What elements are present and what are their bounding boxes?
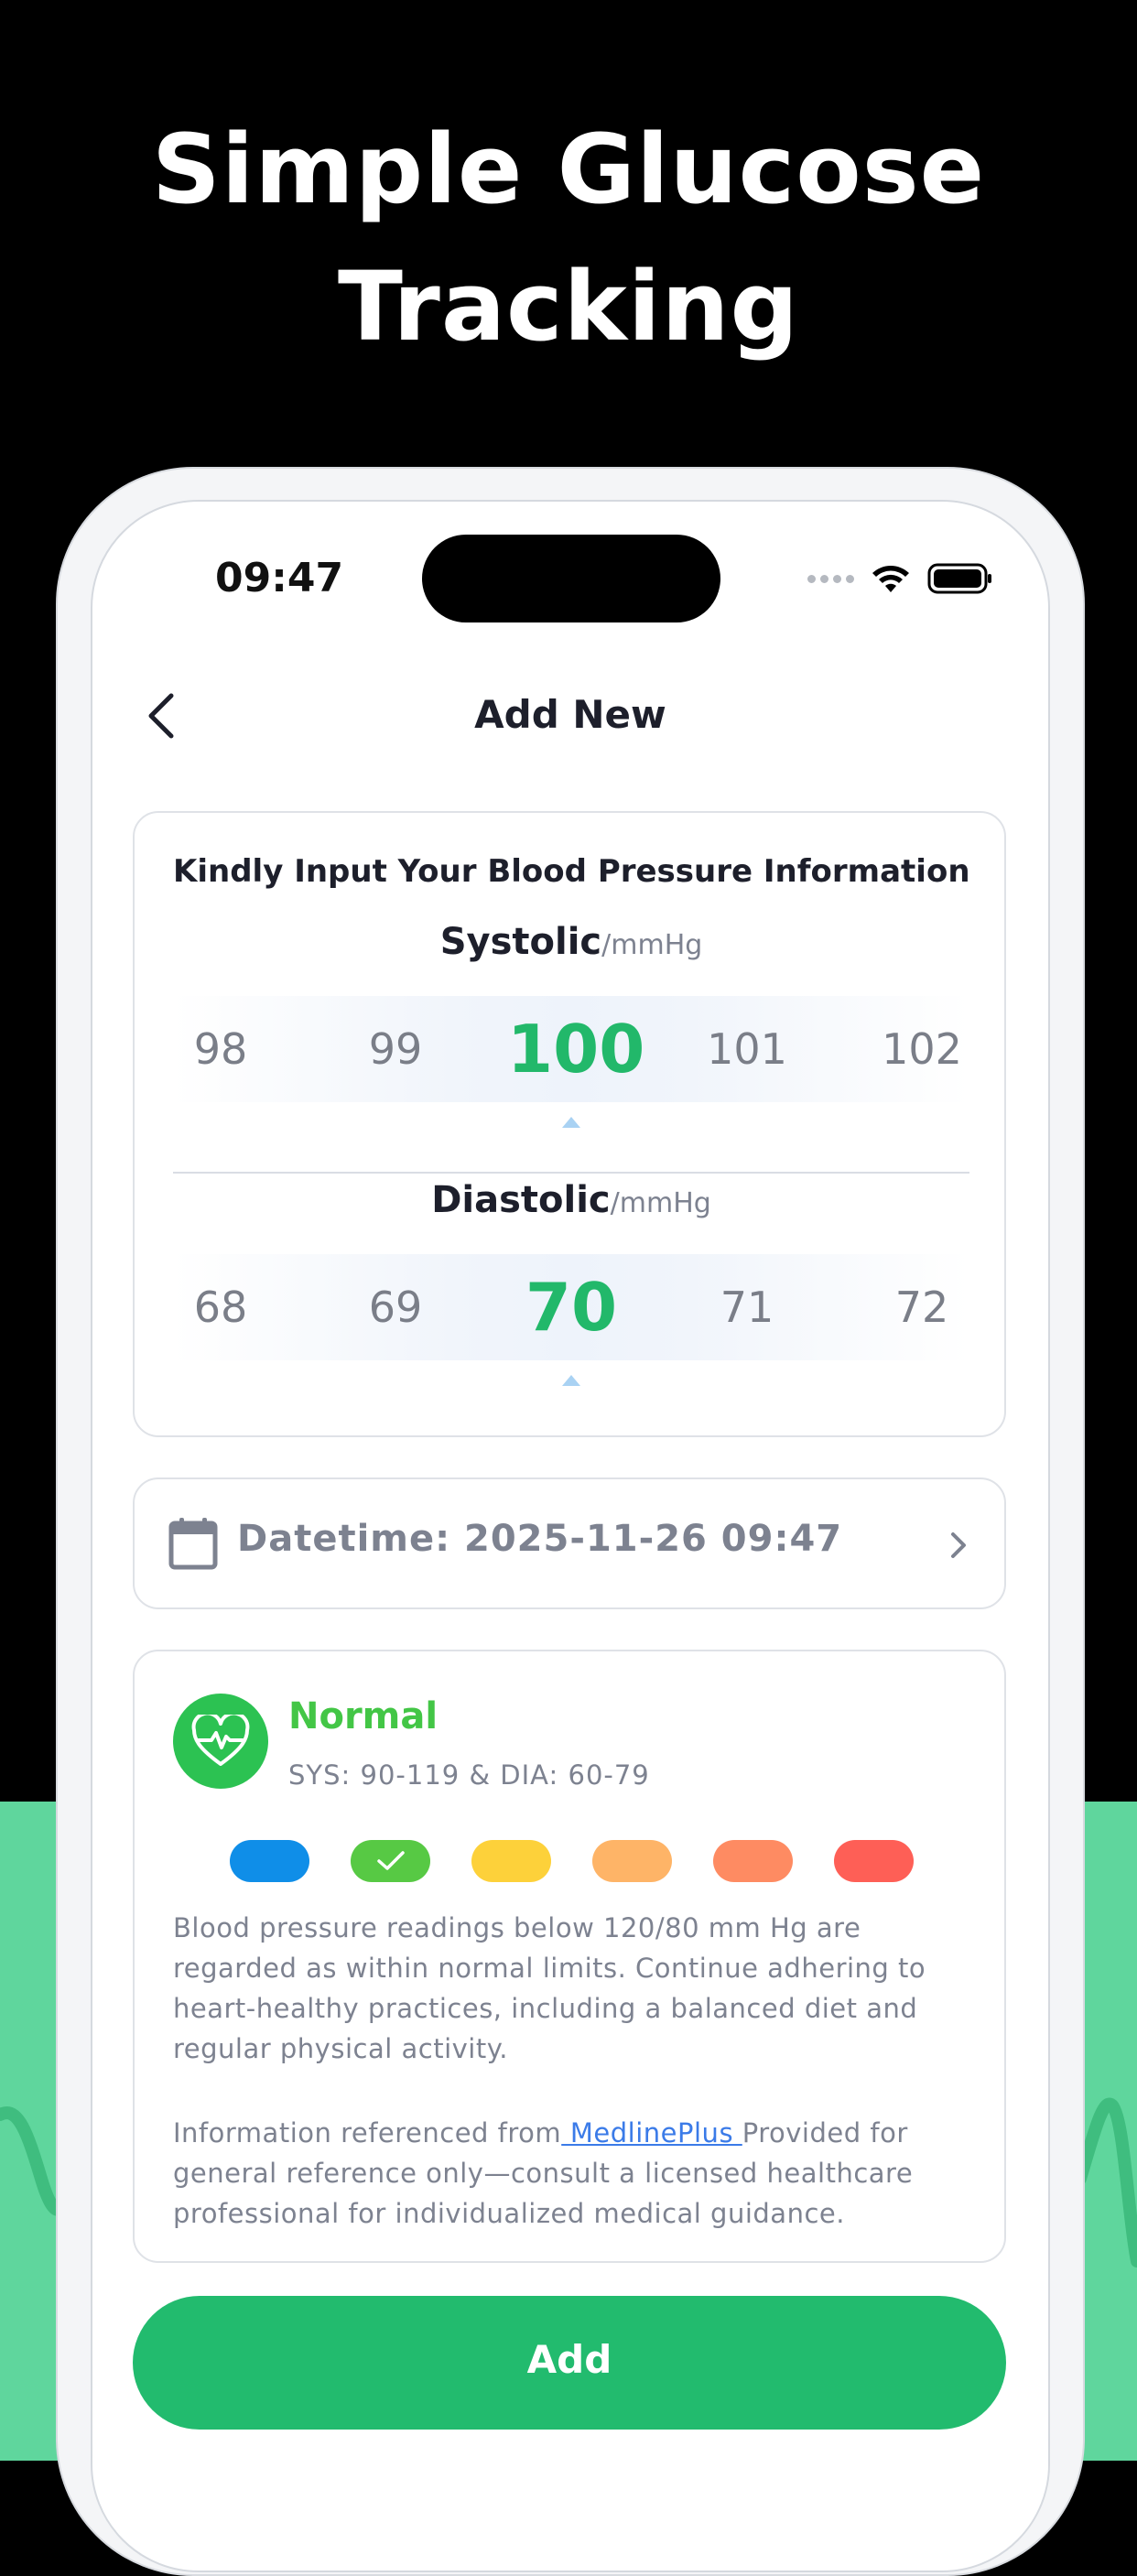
diastolic-option[interactable]: 71 [683,1254,811,1360]
status-range: SYS: 90-119 & DIA: 60-79 [288,1759,650,1791]
systolic-unit: /mmHg [601,929,703,961]
blood-pressure-card: Kindly Input Your Blood Pressure Informa… [133,811,1006,1437]
calendar-icon [168,1518,218,1570]
systolic-option[interactable]: 101 [683,996,811,1102]
divider [173,1172,969,1174]
headline: Simple Glucose Tracking [0,101,1137,375]
card-title: Kindly Input Your Blood Pressure Informa… [173,853,970,890]
level-pill [230,1840,309,1882]
systolic-label-text: Systolic [439,921,602,963]
level-pill [834,1840,914,1882]
systolic-option[interactable]: 99 [331,996,460,1102]
status-name: Normal [288,1695,439,1737]
result-card: Normal SYS: 90-119 & DIA: 60-79 Blood pr… [133,1650,1006,2263]
phone-screen: 09:47 Add New Kindly Input Your Blood Pr… [91,500,1050,2572]
headline-line-2: Tracking [338,251,799,363]
level-indicator [230,1840,914,1882]
level-pill [592,1840,672,1882]
heart-pulse-icon [173,1694,268,1789]
signal-icon [807,574,854,583]
datetime-row[interactable]: Datetime: 2025-11-26 09:47 [133,1477,1006,1609]
page-title: Add New [474,692,666,737]
diastolic-label: Diastolic/mmHg [135,1179,1008,1221]
diastolic-option[interactable]: 72 [858,1254,986,1360]
status-time: 09:47 [215,555,344,601]
level-pill-selected [351,1840,430,1882]
systolic-option[interactable]: 102 [858,996,986,1102]
status-description: Blood pressure readings below 120/80 mm … [173,1912,926,2064]
level-pill [713,1840,793,1882]
wifi-icon [872,566,909,592]
systolic-option[interactable]: 98 [157,996,285,1102]
source-note: Information referenced from MedlinePlus … [173,2113,969,2234]
systolic-indicator-icon [562,1117,580,1128]
diastolic-label-text: Diastolic [431,1179,611,1221]
diastolic-indicator-icon [562,1375,580,1386]
diastolic-selected-value[interactable]: 70 [507,1254,635,1360]
battery-icon [927,563,991,594]
diastolic-unit: /mmHg [610,1187,711,1219]
diastolic-option[interactable]: 69 [331,1254,460,1360]
chevron-right-icon [951,1532,966,1558]
systolic-selected-value[interactable]: 100 [507,996,644,1102]
dynamic-island [422,535,720,622]
status-icons [807,558,993,599]
systolic-picker[interactable]: 98 99 100 101 102 [173,996,969,1102]
datetime-label: Datetime: 2025-11-26 09:47 [237,1518,843,1560]
add-button[interactable]: Add [133,2296,1006,2430]
headline-line-1: Simple Glucose [151,114,986,225]
diastolic-picker[interactable]: 68 69 70 71 72 [173,1254,969,1360]
medlineplus-link[interactable]: MedlinePlus [561,2117,742,2148]
diastolic-option[interactable]: 68 [157,1254,285,1360]
checkmark-icon [376,1851,405,1870]
level-pill [471,1840,551,1882]
source-prefix: Information referenced from [173,2117,562,2148]
systolic-label: Systolic/mmHg [135,921,1008,963]
